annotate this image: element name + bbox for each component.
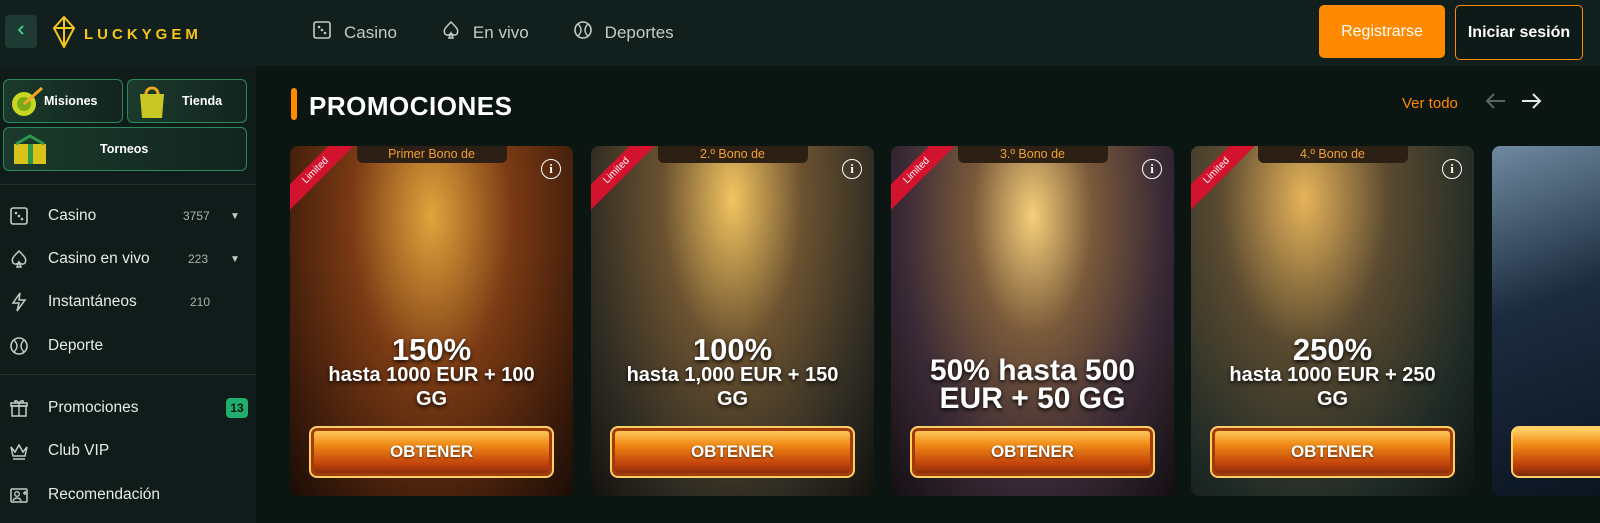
bonus-terms-line2: GG — [716, 388, 749, 410]
arrow-right-icon — [1520, 92, 1542, 115]
bonus-percent: 150% — [391, 332, 472, 367]
claim-button[interactable]: OBTENER — [309, 426, 554, 478]
register-button[interactable]: Registrarse — [1319, 5, 1445, 58]
sidebar-divider — [0, 184, 256, 185]
quick-tournaments-label: Torneos — [100, 142, 149, 156]
top-nav: Casino En vivo Deportes — [312, 20, 674, 45]
caret-down-icon[interactable]: ▼ — [230, 254, 240, 265]
bonus-terms-line1: EUR + 50 GG — [939, 382, 1126, 415]
claim-button-partial[interactable] — [1511, 426, 1600, 478]
promo-card[interactable]: 3.º Bono de Limited i 50% hasta 500 EUR … — [891, 146, 1174, 496]
sidebar-divider — [0, 374, 256, 375]
gift-icon — [8, 397, 30, 419]
nav-casino[interactable]: Casino — [312, 20, 397, 45]
nav-sports-label: Deportes — [604, 22, 674, 42]
sidebar-item-promotions[interactable]: Promociones 13 — [8, 393, 248, 423]
ball-icon — [573, 20, 593, 45]
gift-icon — [8, 132, 68, 166]
top-bar: LUCKYGEM Casino En vivo Deportes Registr… — [0, 0, 1600, 66]
promo-card[interactable]: Primer Bono de Limited i 150% hasta 1000… — [290, 146, 573, 496]
promo-card[interactable]: 2.º Bono de Limited i 100% hasta 1,000 E… — [591, 146, 874, 496]
bonus-terms-line1: hasta 1000 EUR + 100 — [328, 364, 535, 386]
bonus-percent: 250% — [1292, 332, 1373, 367]
quick-missions-label: Misiones — [44, 94, 98, 108]
bonus-tab: Primer Bono de — [356, 146, 507, 163]
bonus-tab: 3.º Bono de — [957, 146, 1108, 163]
promo-card[interactable]: 4.º Bono de Limited i 250% hasta 1000 EU… — [1191, 146, 1474, 496]
claim-button[interactable]: OBTENER — [1210, 426, 1455, 478]
sidebar-item-label: Instantáneos — [48, 293, 137, 310]
sidebar-item-live-casino[interactable]: Casino en vivo 223 ▼ — [8, 244, 248, 274]
spade-icon — [441, 20, 461, 45]
nav-sports[interactable]: Deportes — [573, 20, 674, 45]
shopping-bag-icon — [132, 84, 172, 118]
promo-card-partial[interactable] — [1492, 146, 1600, 496]
see-all-link[interactable]: Ver todo — [1402, 95, 1458, 112]
info-icon[interactable]: i — [1142, 159, 1162, 179]
dice-icon — [8, 205, 30, 227]
chevron-left-icon — [15, 23, 27, 41]
info-icon[interactable]: i — [1442, 159, 1462, 179]
nav-casino-label: Casino — [344, 22, 397, 42]
user-plus-icon — [8, 484, 30, 506]
spade-icon — [8, 248, 30, 270]
bonus-terms-line2: GG — [1316, 388, 1349, 410]
logo[interactable]: LUCKYGEM — [52, 15, 202, 53]
quick-tournaments[interactable]: Torneos — [3, 127, 247, 171]
sidebar-item-label: Club VIP — [48, 442, 110, 459]
sidebar-item-referral[interactable]: Recomendación — [8, 480, 248, 510]
quick-missions[interactable]: Misiones — [3, 79, 123, 123]
carousel-prev-button[interactable] — [1485, 92, 1507, 115]
caret-down-icon[interactable]: ▼ — [230, 211, 240, 222]
claim-button[interactable]: OBTENER — [610, 426, 855, 478]
brand-name: LUCKYGEM — [84, 26, 202, 43]
crown-icon — [8, 440, 30, 462]
sidebar-item-sports[interactable]: Deporte — [8, 331, 248, 361]
sidebar-item-label: Deporte — [48, 337, 104, 354]
collapse-sidebar-button[interactable] — [5, 15, 37, 48]
item-count: 210 — [190, 295, 211, 309]
target-icon — [8, 84, 48, 118]
ball-icon — [8, 335, 30, 357]
gem-icon — [52, 15, 76, 53]
claim-button[interactable]: OBTENER — [910, 426, 1155, 478]
sidebar: Misiones Tienda Torneos Casino 3757 ▼ Ca… — [0, 66, 256, 523]
info-icon[interactable]: i — [541, 159, 561, 179]
sidebar-item-casino[interactable]: Casino 3757 ▼ — [8, 201, 248, 231]
nav-live-label: En vivo — [472, 22, 529, 42]
bonus-tab: 2.º Bono de — [657, 146, 808, 163]
item-count: 223 — [188, 252, 209, 266]
arrow-left-icon — [1485, 92, 1507, 115]
item-count: 3757 — [183, 209, 210, 223]
sidebar-item-label: Casino — [48, 207, 97, 224]
promotions-count-badge: 13 — [226, 398, 248, 418]
lightning-icon — [8, 291, 30, 313]
carousel-next-button[interactable] — [1520, 92, 1542, 115]
sidebar-item-label: Recomendación — [48, 486, 161, 503]
bonus-terms-line1: hasta 1,000 EUR + 150 — [626, 364, 839, 386]
quick-shop[interactable]: Tienda — [127, 79, 247, 123]
bonus-terms-line2: GG — [415, 388, 448, 410]
sidebar-item-label: Promociones — [48, 399, 139, 416]
sidebar-item-label: Casino en vivo — [48, 250, 150, 267]
bonus-percent: 100% — [692, 332, 773, 367]
sidebar-item-vip[interactable]: Club VIP — [8, 436, 248, 466]
sidebar-item-instant[interactable]: Instantáneos 210 — [8, 287, 248, 317]
section-title: PROMOCIONES — [309, 91, 513, 121]
bonus-terms-line1: hasta 1000 EUR + 250 — [1229, 364, 1436, 386]
bonus-tab: 4.º Bono de — [1257, 146, 1408, 163]
info-icon[interactable]: i — [842, 159, 862, 179]
quick-shop-label: Tienda — [182, 94, 223, 108]
dice-icon — [312, 20, 332, 45]
nav-live[interactable]: En vivo — [441, 20, 529, 45]
section-accent-bar — [291, 88, 297, 120]
login-button[interactable]: Iniciar sesión — [1455, 5, 1583, 60]
